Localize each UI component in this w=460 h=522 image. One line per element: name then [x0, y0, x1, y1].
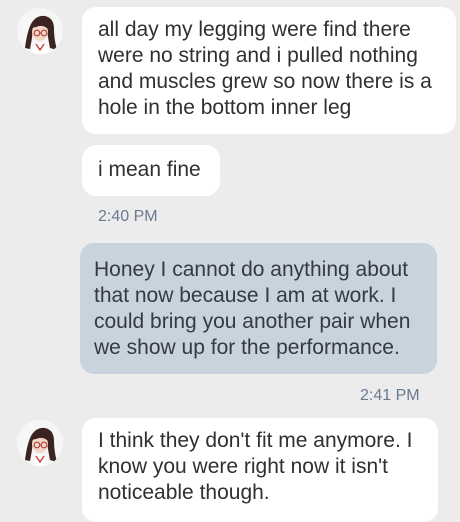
contact-avatar-icon — [17, 420, 63, 466]
message-bubble-incoming[interactable]: I think they don't fit me anymore. I kno… — [82, 418, 438, 522]
contact-avatar[interactable] — [17, 8, 63, 54]
message-text: I think they don't fit me anymore. I kno… — [98, 429, 413, 504]
contact-avatar-icon — [17, 8, 63, 54]
message-thread: all day my legging were find there were … — [0, 0, 460, 522]
message-text: all day my legging were find there were … — [98, 18, 432, 119]
timestamp: 2:40 PM — [98, 208, 158, 225]
timestamp: 2:41 PM — [360, 387, 420, 404]
message-text: Honey I cannot do anything about that no… — [94, 258, 411, 359]
message-bubble-incoming[interactable]: i mean fine — [82, 145, 220, 196]
message-bubble-incoming[interactable]: all day my legging were find there were … — [82, 7, 456, 134]
message-bubble-outgoing[interactable]: Honey I cannot do anything about that no… — [80, 243, 437, 374]
message-text: i mean fine — [98, 158, 201, 181]
contact-avatar[interactable] — [17, 420, 63, 466]
